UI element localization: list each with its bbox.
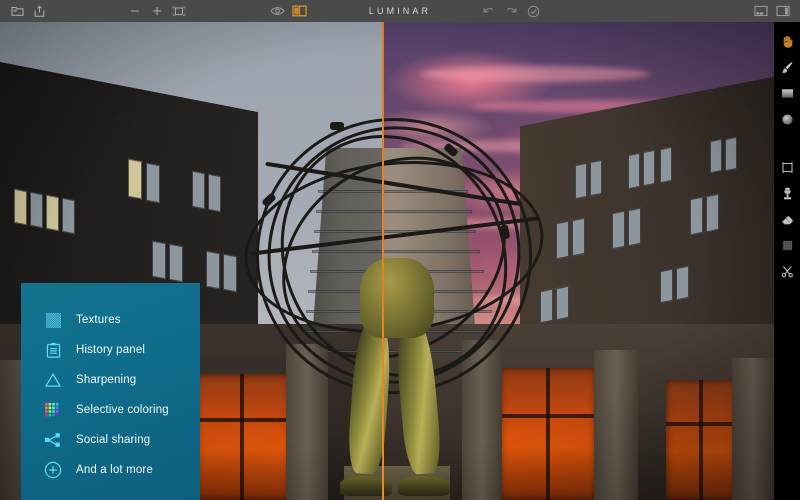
feature-list: Textures History panel Sharpening Select… [21, 283, 200, 485]
list-item[interactable]: History panel [43, 335, 200, 365]
texture-tool-icon[interactable] [774, 232, 800, 258]
fit-to-screen-icon[interactable] [168, 0, 190, 22]
zoom-out-icon[interactable] [124, 0, 146, 22]
plus-circle-icon [43, 460, 63, 480]
feature-highlights-panel: Textures History panel Sharpening Select… [21, 283, 200, 500]
scissors-tool-icon[interactable] [774, 258, 800, 284]
divider-grip[interactable] [379, 261, 387, 269]
list-item-label: Selective coloring [76, 404, 169, 416]
file-tools-group [6, 0, 50, 22]
after-image-half [383, 22, 774, 500]
open-folder-icon[interactable] [6, 0, 28, 22]
preview-eye-icon[interactable] [266, 0, 288, 22]
redo-icon[interactable] [500, 0, 522, 22]
toggle-side-panel-icon[interactable] [772, 0, 794, 22]
crop-tool-icon[interactable] [774, 154, 800, 180]
compare-split-icon[interactable] [288, 0, 310, 22]
list-item[interactable]: Selective coloring [43, 395, 200, 425]
gradient-mask-tool-icon[interactable] [774, 80, 800, 106]
zoom-in-icon[interactable] [146, 0, 168, 22]
selective-coloring-icon [43, 400, 63, 420]
view-tools-group [266, 0, 310, 22]
eraser-tool-icon[interactable] [774, 206, 800, 232]
top-toolbar: LUMINAR [0, 0, 800, 22]
list-item[interactable]: Sharpening [43, 365, 200, 395]
list-item[interactable]: And a lot more [43, 455, 200, 485]
export-share-icon[interactable] [28, 0, 50, 22]
panel-tools-group [750, 0, 794, 22]
after-plaza [383, 324, 774, 500]
list-item-label: Social sharing [76, 434, 151, 446]
list-item-label: History panel [76, 344, 146, 356]
toggle-bottom-panel-icon[interactable] [750, 0, 772, 22]
after-photo [383, 22, 774, 500]
social-sharing-icon [43, 430, 63, 450]
list-item-label: Sharpening [76, 374, 137, 386]
history-tools-group [478, 0, 544, 22]
list-item[interactable]: Textures [43, 305, 200, 335]
brush-tool-icon[interactable] [774, 54, 800, 80]
before-after-divider[interactable] [382, 22, 384, 500]
list-item-label: And a lot more [76, 464, 153, 476]
list-item-label: Textures [76, 314, 121, 326]
clone-stamp-tool-icon[interactable] [774, 180, 800, 206]
hand-tool-icon[interactable] [774, 28, 800, 54]
history-check-icon[interactable] [522, 0, 544, 22]
history-panel-icon [43, 340, 63, 360]
sharpening-icon [43, 370, 63, 390]
zoom-tools-group [124, 0, 190, 22]
undo-icon[interactable] [478, 0, 500, 22]
textures-icon [43, 310, 63, 330]
list-item[interactable]: Social sharing [43, 425, 200, 455]
radial-mask-tool-icon[interactable] [774, 106, 800, 132]
right-tool-sidebar [774, 22, 800, 500]
app-title: LUMINAR [368, 6, 432, 16]
luminar-window: LUMINAR Textures History panel Sharpenin… [0, 0, 800, 500]
